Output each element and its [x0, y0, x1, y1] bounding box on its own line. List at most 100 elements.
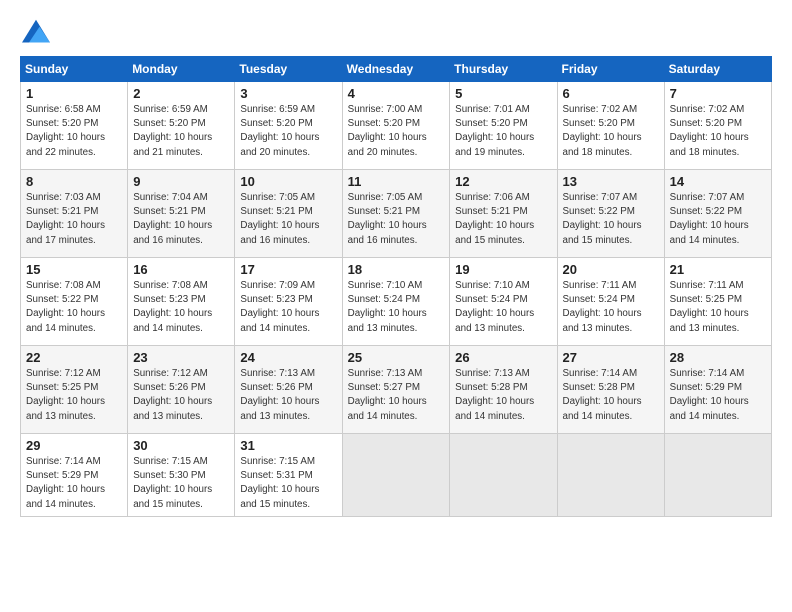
day-info: Sunrise: 7:04 AM Sunset: 5:21 PM Dayligh… [133, 191, 229, 248]
day-info: Sunrise: 7:05 AM Sunset: 5:21 PM Dayligh… [348, 191, 445, 248]
weekday-row: SundayMondayTuesdayWednesdayThursdayFrid… [21, 57, 772, 82]
day-info: Sunrise: 7:12 AM Sunset: 5:26 PM Dayligh… [133, 367, 229, 424]
day-cell: 16 Sunrise: 7:08 AM Sunset: 5:23 PM Dayli… [128, 258, 235, 346]
weekday-monday: Monday [128, 57, 235, 82]
weekday-friday: Friday [557, 57, 664, 82]
day-cell: 5 Sunrise: 7:01 AM Sunset: 5:20 PM Daylig… [450, 82, 557, 170]
day-number: 31 [240, 438, 336, 453]
day-info: Sunrise: 7:07 AM Sunset: 5:22 PM Dayligh… [670, 191, 766, 248]
day-number: 8 [26, 174, 122, 189]
week-row-2: 8 Sunrise: 7:03 AM Sunset: 5:21 PM Daylig… [21, 170, 772, 258]
week-row-4: 22 Sunrise: 7:12 AM Sunset: 5:25 PM Dayli… [21, 346, 772, 434]
day-number: 11 [348, 174, 445, 189]
day-info: Sunrise: 6:58 AM Sunset: 5:20 PM Dayligh… [26, 103, 122, 160]
day-cell: 14 Sunrise: 7:07 AM Sunset: 5:22 PM Dayli… [664, 170, 771, 258]
day-cell: 29 Sunrise: 7:14 AM Sunset: 5:29 PM Dayli… [21, 434, 128, 517]
day-info: Sunrise: 7:08 AM Sunset: 5:23 PM Dayligh… [133, 279, 229, 336]
day-cell [557, 434, 664, 517]
day-number: 6 [563, 86, 659, 101]
day-info: Sunrise: 7:11 AM Sunset: 5:25 PM Dayligh… [670, 279, 766, 336]
logo-icon [20, 18, 52, 46]
day-cell [450, 434, 557, 517]
day-cell: 11 Sunrise: 7:05 AM Sunset: 5:21 PM Dayli… [342, 170, 450, 258]
day-info: Sunrise: 6:59 AM Sunset: 5:20 PM Dayligh… [133, 103, 229, 160]
day-number: 24 [240, 350, 336, 365]
day-info: Sunrise: 7:14 AM Sunset: 5:29 PM Dayligh… [26, 455, 122, 512]
day-number: 9 [133, 174, 229, 189]
day-cell: 23 Sunrise: 7:12 AM Sunset: 5:26 PM Dayli… [128, 346, 235, 434]
day-cell: 12Sunrise: 7:06 AM Sunset: 5:21 PM Dayli… [450, 170, 557, 258]
day-number: 3 [240, 86, 336, 101]
day-number: 16 [133, 262, 229, 277]
day-number: 20 [563, 262, 659, 277]
day-number: 28 [670, 350, 766, 365]
day-number: 19 [455, 262, 551, 277]
day-number: 23 [133, 350, 229, 365]
day-cell: 17 Sunrise: 7:09 AM Sunset: 5:23 PM Dayli… [235, 258, 342, 346]
weekday-tuesday: Tuesday [235, 57, 342, 82]
day-number: 1 [26, 86, 122, 101]
day-cell: 26Sunrise: 7:13 AM Sunset: 5:28 PM Dayli… [450, 346, 557, 434]
day-info: Sunrise: 7:10 AM Sunset: 5:24 PM Dayligh… [348, 279, 445, 336]
week-row-5: 29 Sunrise: 7:14 AM Sunset: 5:29 PM Dayli… [21, 434, 772, 517]
day-info: Sunrise: 7:15 AM Sunset: 5:31 PM Dayligh… [240, 455, 336, 512]
day-number: 29 [26, 438, 122, 453]
day-info: Sunrise: 7:03 AM Sunset: 5:21 PM Dayligh… [26, 191, 122, 248]
day-cell: 9 Sunrise: 7:04 AM Sunset: 5:21 PM Daylig… [128, 170, 235, 258]
day-number: 13 [563, 174, 659, 189]
day-cell: 7Sunrise: 7:02 AM Sunset: 5:20 PM Daylig… [664, 82, 771, 170]
day-cell: 22 Sunrise: 7:12 AM Sunset: 5:25 PM Dayli… [21, 346, 128, 434]
day-info: Sunrise: 7:01 AM Sunset: 5:20 PM Dayligh… [455, 103, 551, 160]
day-number: 5 [455, 86, 551, 101]
day-cell: 2 Sunrise: 6:59 AM Sunset: 5:20 PM Daylig… [128, 82, 235, 170]
day-number: 10 [240, 174, 336, 189]
weekday-wednesday: Wednesday [342, 57, 450, 82]
day-number: 4 [348, 86, 445, 101]
day-cell: 1 Sunrise: 6:58 AM Sunset: 5:20 PM Daylig… [21, 82, 128, 170]
page: SundayMondayTuesdayWednesdayThursdayFrid… [0, 0, 792, 527]
day-number: 12 [455, 174, 551, 189]
calendar-body: 1 Sunrise: 6:58 AM Sunset: 5:20 PM Daylig… [21, 82, 772, 517]
day-number: 22 [26, 350, 122, 365]
day-cell: 4 Sunrise: 7:00 AM Sunset: 5:20 PM Daylig… [342, 82, 450, 170]
day-number: 30 [133, 438, 229, 453]
day-number: 27 [563, 350, 659, 365]
day-number: 17 [240, 262, 336, 277]
day-cell: 28 Sunrise: 7:14 AM Sunset: 5:29 PM Dayli… [664, 346, 771, 434]
calendar-header: SundayMondayTuesdayWednesdayThursdayFrid… [21, 57, 772, 82]
day-cell: 25 Sunrise: 7:13 AM Sunset: 5:27 PM Dayli… [342, 346, 450, 434]
day-cell: 10 Sunrise: 7:05 AM Sunset: 5:21 PM Dayli… [235, 170, 342, 258]
day-cell: 24 Sunrise: 7:13 AM Sunset: 5:26 PM Dayli… [235, 346, 342, 434]
day-cell: 31 Sunrise: 7:15 AM Sunset: 5:31 PM Dayli… [235, 434, 342, 517]
calendar: SundayMondayTuesdayWednesdayThursdayFrid… [20, 56, 772, 517]
day-info: Sunrise: 7:13 AM Sunset: 5:26 PM Dayligh… [240, 367, 336, 424]
day-cell: 13Sunrise: 7:07 AM Sunset: 5:22 PM Dayli… [557, 170, 664, 258]
day-info: Sunrise: 7:15 AM Sunset: 5:30 PM Dayligh… [133, 455, 229, 512]
day-info: Sunrise: 7:14 AM Sunset: 5:29 PM Dayligh… [670, 367, 766, 424]
day-cell: 18Sunrise: 7:10 AM Sunset: 5:24 PM Dayli… [342, 258, 450, 346]
day-info: Sunrise: 6:59 AM Sunset: 5:20 PM Dayligh… [240, 103, 336, 160]
day-info: Sunrise: 7:00 AM Sunset: 5:20 PM Dayligh… [348, 103, 445, 160]
day-info: Sunrise: 7:10 AM Sunset: 5:24 PM Dayligh… [455, 279, 551, 336]
header [20, 18, 772, 46]
day-number: 15 [26, 262, 122, 277]
weekday-thursday: Thursday [450, 57, 557, 82]
week-row-1: 1 Sunrise: 6:58 AM Sunset: 5:20 PM Daylig… [21, 82, 772, 170]
day-number: 2 [133, 86, 229, 101]
day-cell: 15Sunrise: 7:08 AM Sunset: 5:22 PM Dayli… [21, 258, 128, 346]
day-info: Sunrise: 7:05 AM Sunset: 5:21 PM Dayligh… [240, 191, 336, 248]
day-info: Sunrise: 7:09 AM Sunset: 5:23 PM Dayligh… [240, 279, 336, 336]
day-info: Sunrise: 7:02 AM Sunset: 5:20 PM Dayligh… [563, 103, 659, 160]
day-info: Sunrise: 7:13 AM Sunset: 5:27 PM Dayligh… [348, 367, 445, 424]
day-cell: 20Sunrise: 7:11 AM Sunset: 5:24 PM Dayli… [557, 258, 664, 346]
day-number: 21 [670, 262, 766, 277]
day-info: Sunrise: 7:12 AM Sunset: 5:25 PM Dayligh… [26, 367, 122, 424]
day-number: 25 [348, 350, 445, 365]
day-number: 7 [670, 86, 766, 101]
day-cell: 27Sunrise: 7:14 AM Sunset: 5:28 PM Dayli… [557, 346, 664, 434]
day-number: 26 [455, 350, 551, 365]
weekday-saturday: Saturday [664, 57, 771, 82]
day-cell: 8 Sunrise: 7:03 AM Sunset: 5:21 PM Daylig… [21, 170, 128, 258]
day-number: 14 [670, 174, 766, 189]
day-cell: 30 Sunrise: 7:15 AM Sunset: 5:30 PM Dayli… [128, 434, 235, 517]
